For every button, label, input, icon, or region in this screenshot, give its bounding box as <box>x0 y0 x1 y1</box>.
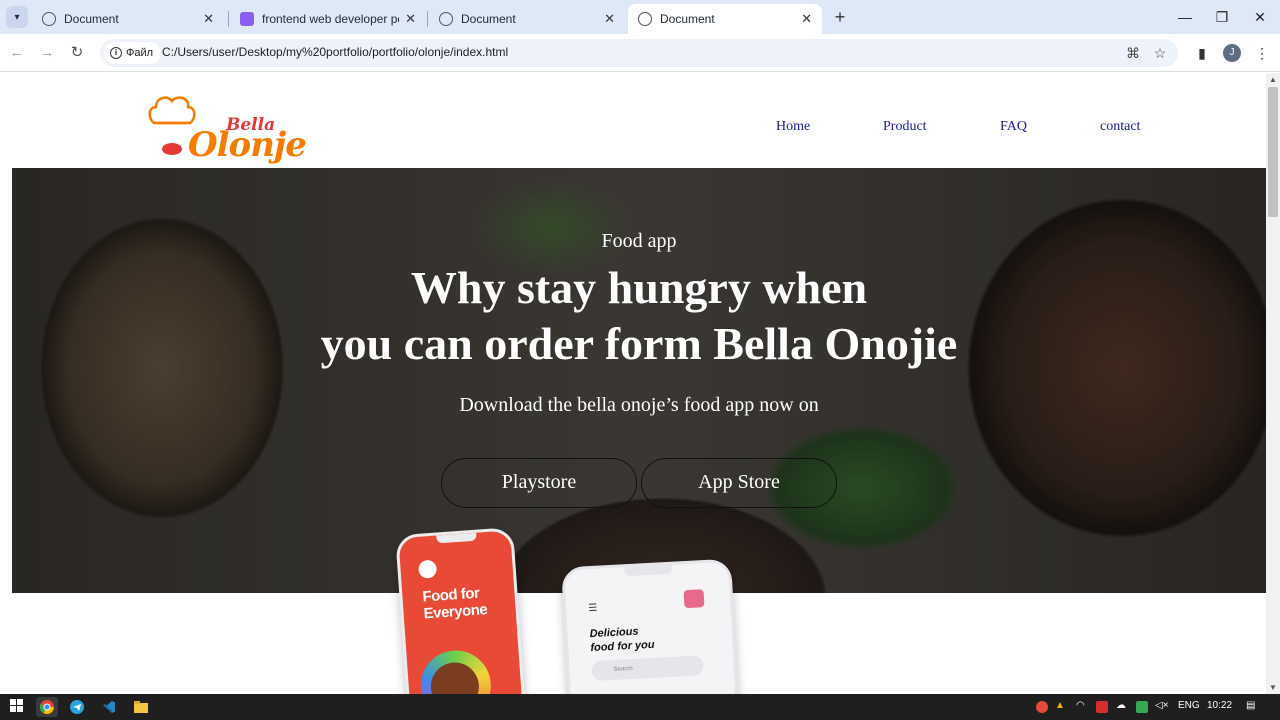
hero-download-text: Download the bella onoje’s food app now … <box>459 394 819 416</box>
phone1-title: Food for Everyone <box>422 584 488 623</box>
logo-text-big: Olonje <box>188 125 307 165</box>
tab-title: frontend web developer portfo <box>262 12 399 26</box>
close-icon[interactable]: ✕ <box>203 11 214 27</box>
address-bar[interactable]: i Файл C:/Users/user/Desktop/my%20portfo… <box>100 39 1178 67</box>
user-avatar-icon <box>683 589 705 609</box>
globe-icon <box>638 12 652 26</box>
chrome-icon <box>40 700 54 714</box>
profile-avatar[interactable]: J <box>1223 44 1241 62</box>
phone-notch <box>436 532 477 544</box>
tray-clock[interactable]: 10:22 <box>1207 700 1232 711</box>
tab-title: Document <box>64 12 119 26</box>
globe-icon <box>439 12 453 26</box>
windows-taskbar: ▲ ◠ ☁ ◁× ENG 10:22 ▤ <box>0 694 1280 720</box>
forward-arrow-icon[interactable]: → <box>36 42 58 64</box>
info-icon: i <box>110 47 122 59</box>
nav-product-link[interactable]: Product <box>883 119 927 135</box>
phone-mockup-2: ☰ Delicious food for you Search <box>561 558 739 694</box>
tab-title: Document <box>461 12 516 26</box>
phone2-title-line-2: food for you <box>590 638 655 655</box>
tray-cloud-icon[interactable]: ☁ <box>1116 700 1126 711</box>
minimize-icon[interactable]: — <box>1167 4 1203 30</box>
browser-tab-4-active[interactable]: Document ✕ <box>628 4 822 34</box>
taskbar-telegram-app[interactable] <box>66 697 88 717</box>
maximize-icon[interactable]: ❐ <box>1204 4 1240 30</box>
chef-hat-icon <box>148 96 196 125</box>
phone-notch <box>624 564 673 577</box>
site-chip-label: Файл <box>126 47 154 59</box>
close-icon[interactable]: ✕ <box>801 11 812 27</box>
tray-language[interactable]: ENG <box>1178 700 1200 711</box>
close-icon[interactable]: ✕ <box>604 11 615 27</box>
folder-icon <box>134 701 148 713</box>
phone-mockup-1: Food for Everyone <box>395 527 527 694</box>
hero-banner: Food app Why stay hungry when you can or… <box>12 168 1266 593</box>
browser-tab-2[interactable]: frontend web developer portfo ✕ <box>230 4 426 34</box>
reload-icon[interactable]: ↻ <box>66 42 88 64</box>
browser-tab-3[interactable]: Document ✕ <box>429 4 625 34</box>
hero-headline-line-2: you can order form Bella Onojie <box>320 318 958 369</box>
brand-logo[interactable]: Bella Olonje <box>142 91 307 166</box>
phone2-title: Delicious food for you <box>589 624 655 655</box>
taskbar-chrome-app[interactable] <box>36 697 58 717</box>
taskbar-file-explorer-app[interactable] <box>130 697 152 717</box>
nav-faq-link[interactable]: FAQ <box>1000 119 1027 135</box>
globe-icon <box>42 12 56 26</box>
url-text[interactable]: C:/Users/user/Desktop/my%20portfolio/por… <box>162 45 508 59</box>
nav-home-link[interactable]: Home <box>776 119 810 135</box>
phone2-search-bar: Search <box>591 655 705 682</box>
windows-start-icon[interactable] <box>10 699 24 713</box>
hero-headline-line-1: Why stay hungry when <box>410 262 868 313</box>
tray-volume-muted-icon[interactable]: ◁× <box>1155 700 1169 711</box>
hero-headline: Why stay hungry when you can order form … <box>12 260 1266 372</box>
telegram-icon <box>70 700 84 714</box>
scroll-down-arrow-icon[interactable]: ▼ <box>1269 683 1277 692</box>
playstore-button[interactable]: Playstore <box>441 458 637 508</box>
hamburger-menu-icon: ☰ <box>588 602 598 615</box>
page-scrollbar[interactable]: ▲ ▼ <box>1266 73 1280 694</box>
more-menu-icon[interactable]: ⋮ <box>1252 43 1272 63</box>
hero-subtitle: Food app <box>601 230 677 252</box>
phone1-title-line-2: Everyone <box>423 601 488 623</box>
app-store-button[interactable]: App Store <box>641 458 837 508</box>
tray-warning-icon[interactable]: ▲ <box>1055 700 1065 711</box>
notification-center-icon[interactable]: ▤ <box>1246 700 1255 711</box>
tray-chrome-icon[interactable] <box>1036 701 1048 713</box>
browser-tab-1[interactable]: Document ✕ <box>32 4 224 34</box>
nav-contact-link[interactable]: contact <box>1100 119 1140 135</box>
tray-wifi-icon[interactable]: ◠ <box>1076 700 1085 711</box>
site-info-chip[interactable]: i Файл <box>104 42 162 64</box>
app-logo-icon <box>418 559 438 579</box>
scroll-thumb[interactable] <box>1268 87 1278 217</box>
pen-icon <box>240 12 254 26</box>
browser-toolbar: ← → ↻ i Файл C:/Users/user/Desktop/my%20… <box>0 34 1280 72</box>
tab-title: Document <box>660 12 715 26</box>
translate-icon[interactable]: ⌘ <box>1124 44 1142 62</box>
lips-icon <box>162 143 182 155</box>
side-panel-icon[interactable]: ▮ <box>1192 43 1212 63</box>
page-viewport: Bella Olonje Home Product FAQ contact Fo… <box>0 73 1266 694</box>
tab-search-chevron-icon[interactable]: ▾ <box>6 6 28 28</box>
browser-tab-bar: ▾ Document ✕ frontend web developer port… <box>0 0 1280 34</box>
tray-shield-icon[interactable] <box>1096 701 1108 713</box>
scroll-up-arrow-icon[interactable]: ▲ <box>1269 75 1277 84</box>
taskbar-vscode-app[interactable] <box>98 697 120 717</box>
window-close-icon[interactable]: ✕ <box>1242 4 1278 30</box>
new-tab-plus-icon[interactable]: + <box>830 7 850 27</box>
close-icon[interactable]: ✕ <box>405 11 416 27</box>
tab-separator <box>228 11 229 27</box>
bookmark-star-icon[interactable]: ☆ <box>1151 44 1169 62</box>
tray-battery-icon[interactable] <box>1136 701 1148 713</box>
tab-separator <box>427 11 428 27</box>
vscode-icon <box>103 701 115 713</box>
back-arrow-icon[interactable]: ← <box>6 42 28 64</box>
